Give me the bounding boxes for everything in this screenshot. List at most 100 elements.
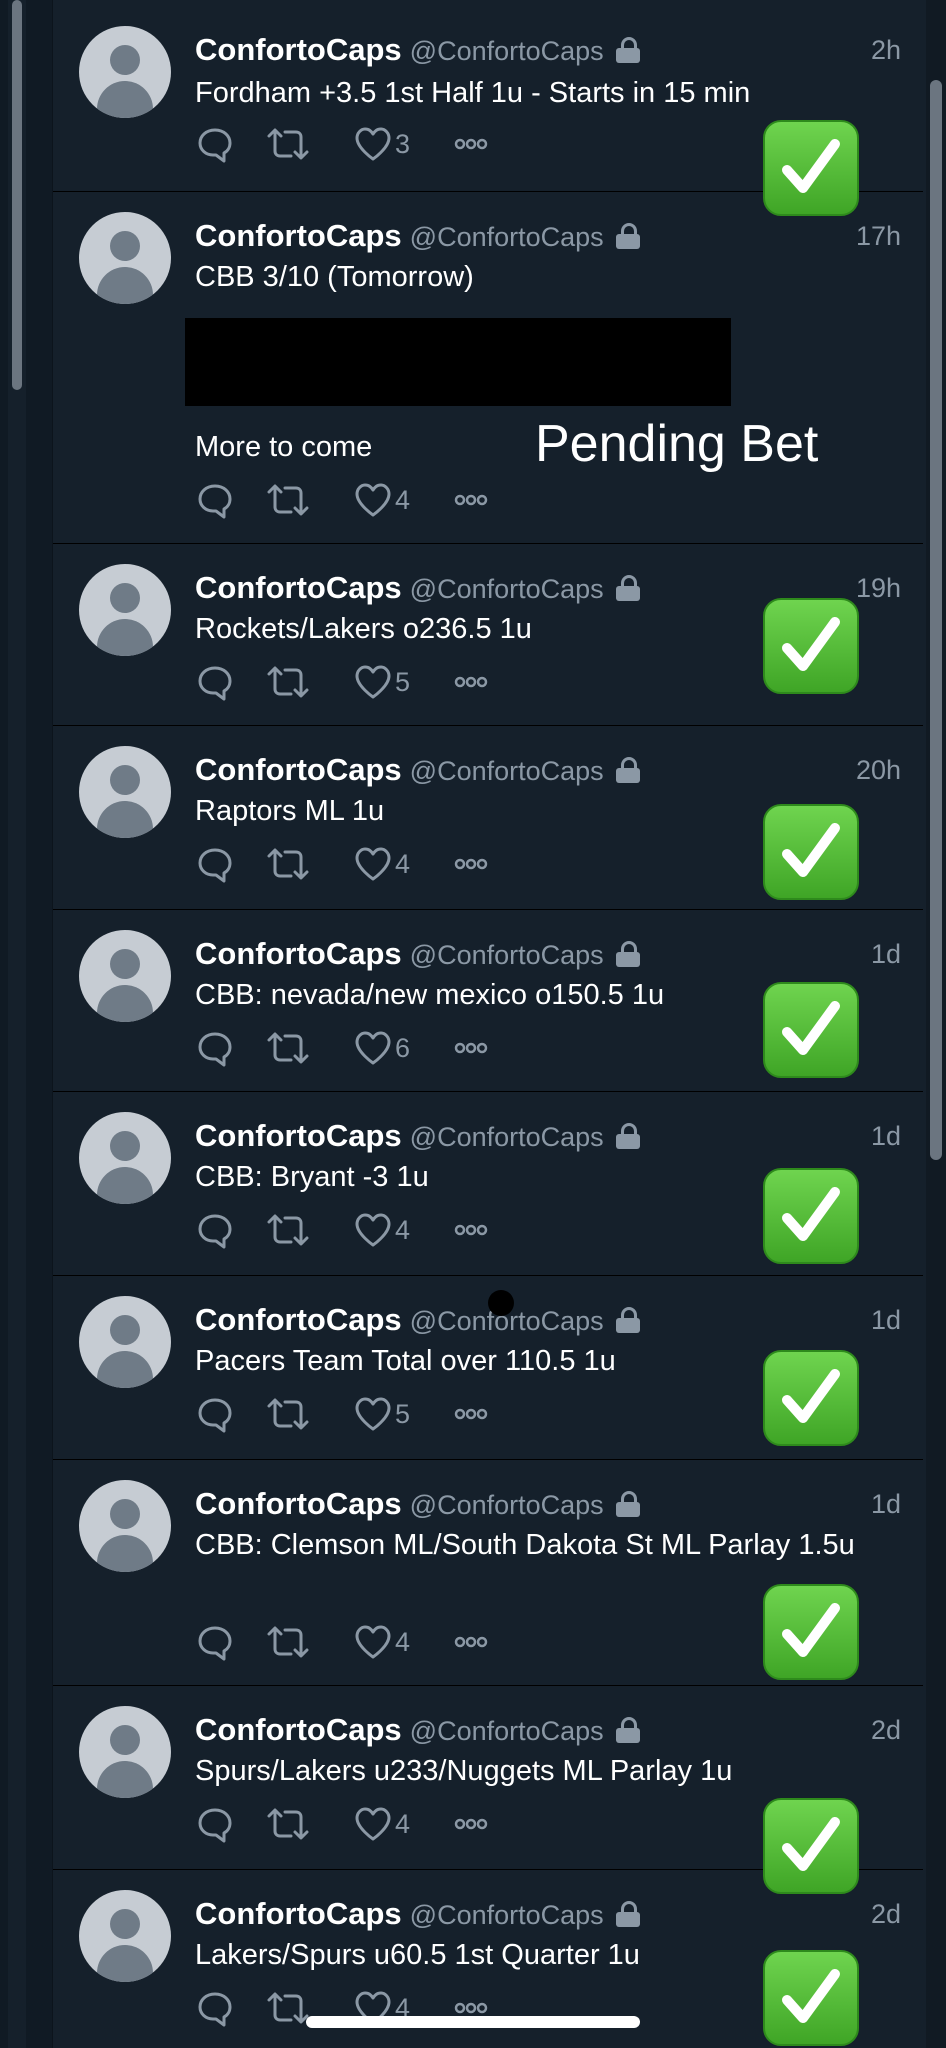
avatar[interactable] [79,1890,171,1982]
reply-icon[interactable] [195,1028,235,1068]
avatar[interactable] [79,1296,171,1388]
user-handle[interactable]: @ConfortoCaps [410,940,604,970]
reply-icon[interactable] [195,1804,235,1844]
retweet-icon[interactable] [265,1028,311,1068]
tweet[interactable]: ConfortoCaps @ConfortoCaps 1d CBB: nevada… [53,910,923,1092]
tweet[interactable]: ConfortoCaps @ConfortoCaps 2h Fordham +3.… [53,0,923,216]
display-name[interactable]: ConfortoCaps [195,752,402,787]
display-name[interactable]: ConfortoCaps [195,936,402,971]
timestamp[interactable]: 17h [821,216,901,256]
retweet-icon[interactable] [265,1988,311,2028]
timestamp[interactable]: 2d [821,1894,901,1934]
tweet[interactable]: ConfortoCaps @ConfortoCaps 19h Rockets/La… [53,544,923,726]
reply-icon[interactable] [195,480,235,520]
more-icon[interactable] [451,1028,491,1068]
more-icon[interactable] [451,1622,491,1662]
redacted-block [185,318,731,406]
more-icon[interactable] [451,844,491,884]
timestamp[interactable]: 2d [821,1710,901,1750]
tweet-header: ConfortoCaps @ConfortoCaps [195,216,640,256]
timestamp[interactable]: 1d [821,1116,901,1156]
display-name[interactable]: ConfortoCaps [195,1486,402,1521]
retweet-icon[interactable] [265,480,311,520]
left-scrollbar[interactable] [12,0,22,390]
avatar[interactable] [79,564,171,656]
pending-bet-label: Pending Bet [535,415,819,473]
avatar[interactable] [79,1112,171,1204]
avatar[interactable] [79,930,171,1022]
like-icon[interactable] [353,662,393,702]
like-icon[interactable] [353,1028,393,1068]
like-icon[interactable] [353,844,393,884]
timestamp[interactable]: 1d [821,1484,901,1524]
user-handle[interactable]: @ConfortoCaps [410,222,604,252]
user-handle[interactable]: @ConfortoCaps [410,574,604,604]
like-count: 4 [395,1809,411,1839]
tweet-header: ConfortoCaps @ConfortoCaps [195,1116,640,1156]
more-icon[interactable] [451,1804,491,1844]
reply-icon[interactable] [195,844,235,884]
like-icon[interactable] [353,124,393,164]
timestamp[interactable]: 20h [821,750,901,790]
avatar[interactable] [79,1706,171,1798]
display-name[interactable]: ConfortoCaps [195,32,402,67]
reply-icon[interactable] [195,662,235,702]
user-handle[interactable]: @ConfortoCaps [410,1490,604,1520]
display-name[interactable]: ConfortoCaps [195,1118,402,1153]
more-icon[interactable] [451,124,491,164]
reply-icon[interactable] [195,1988,235,2028]
tweet-text: CBB 3/10 (Tomorrow) [195,261,474,293]
retweet-icon[interactable] [265,662,311,702]
tweet[interactable]: ConfortoCaps @ConfortoCaps 17h CBB 3/10 (… [53,192,923,544]
retweet-icon[interactable] [265,124,311,164]
retweet-icon[interactable] [265,1210,311,1250]
user-handle[interactable]: @ConfortoCaps [410,1716,604,1746]
retweet-icon[interactable] [265,1622,311,1662]
like-count: 4 [395,1215,411,1245]
display-name[interactable]: ConfortoCaps [195,1302,402,1337]
like-icon[interactable] [353,1394,393,1434]
tweet-header: ConfortoCaps @ConfortoCaps [195,934,640,974]
reply-icon[interactable] [195,1622,235,1662]
reply-icon[interactable] [195,1210,235,1250]
like-icon[interactable] [353,1210,393,1250]
avatar[interactable] [79,26,171,118]
more-icon[interactable] [451,1210,491,1250]
user-handle[interactable]: @ConfortoCaps [410,1900,604,1930]
retweet-icon[interactable] [265,1394,311,1434]
reply-icon[interactable] [195,1394,235,1434]
tweet-header: ConfortoCaps @ConfortoCaps [195,30,640,70]
display-name[interactable]: ConfortoCaps [195,218,402,253]
tweet[interactable]: ConfortoCaps @ConfortoCaps 20h Raptors ML… [53,726,923,910]
more-icon[interactable] [451,662,491,702]
like-icon[interactable] [353,1804,393,1844]
avatar[interactable] [79,212,171,304]
display-name[interactable]: ConfortoCaps [195,570,402,605]
right-scrollbar[interactable] [930,80,942,1160]
user-handle[interactable]: @ConfortoCaps [410,1122,604,1152]
display-name[interactable]: ConfortoCaps [195,1712,402,1747]
home-indicator[interactable] [306,2016,640,2028]
more-icon[interactable] [451,480,491,520]
avatar[interactable] [79,1480,171,1572]
avatar[interactable] [79,746,171,838]
user-handle[interactable]: @ConfortoCaps [410,756,604,786]
tweet[interactable]: ConfortoCaps @ConfortoCaps 1d CBB: Bryant… [53,1092,923,1276]
timestamp[interactable]: 1d [821,1300,901,1340]
tweet[interactable]: ConfortoCaps @ConfortoCaps 1d CBB: Clemso… [53,1460,923,1686]
like-count: 4 [395,849,411,879]
user-handle[interactable]: @ConfortoCaps [410,36,604,66]
timestamp[interactable]: 1d [821,934,901,974]
retweet-icon[interactable] [265,844,311,884]
timestamp[interactable]: 2h [821,30,901,70]
like-icon[interactable] [353,1622,393,1662]
more-icon[interactable] [451,1394,491,1434]
lock-icon [615,757,640,783]
display-name[interactable]: ConfortoCaps [195,1896,402,1931]
like-count: 5 [395,667,411,697]
lock-icon [615,1491,640,1517]
retweet-icon[interactable] [265,1804,311,1844]
reply-icon[interactable] [195,124,235,164]
like-icon[interactable] [353,480,393,520]
tweet[interactable]: ConfortoCaps @ConfortoCaps 2d Spurs/Laker… [53,1686,923,1894]
